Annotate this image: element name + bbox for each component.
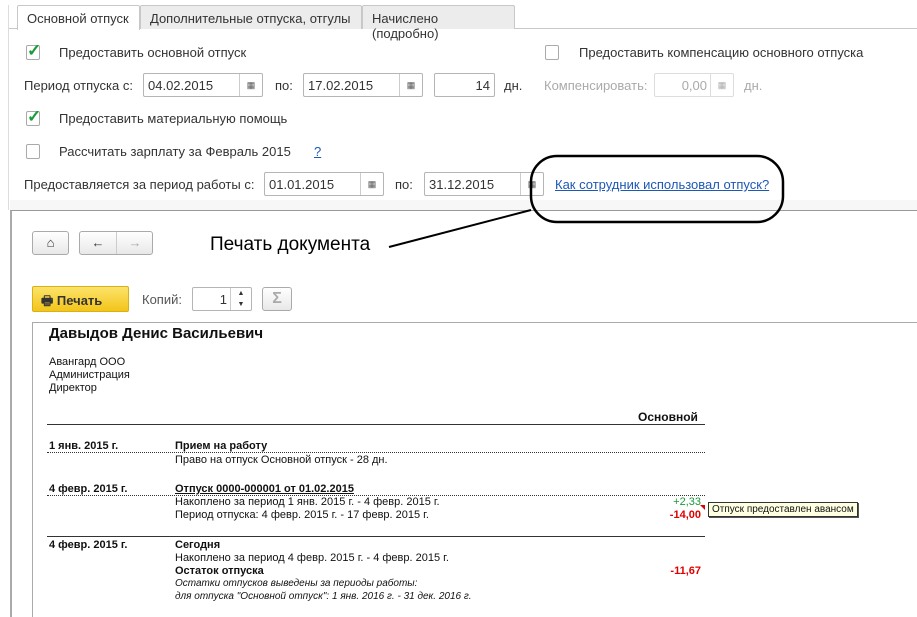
annotation-ellipse <box>529 154 785 224</box>
annotation-arrow <box>388 209 532 248</box>
annotation-overlay <box>388 154 785 248</box>
